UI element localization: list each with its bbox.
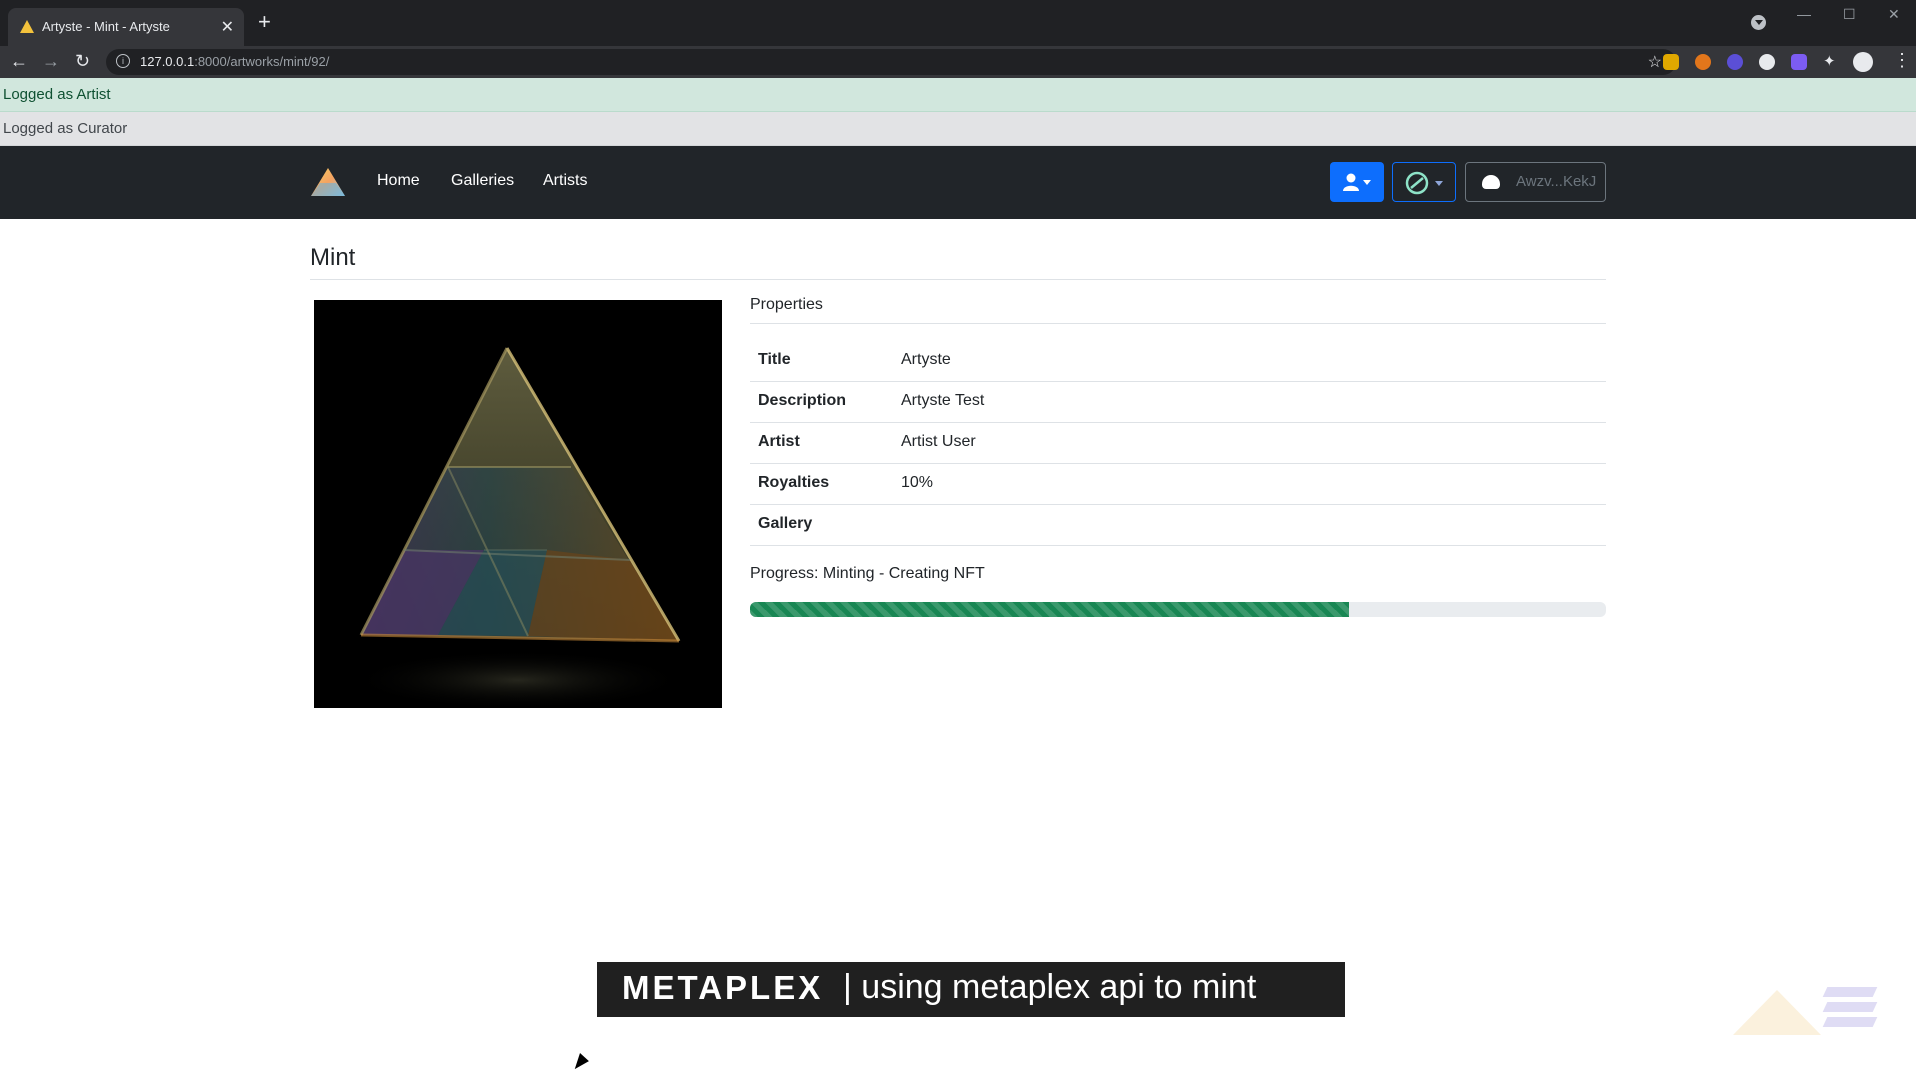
properties-divider (750, 323, 1606, 324)
new-tab-button[interactable]: + (258, 11, 271, 33)
alert-artist-text: Logged as Artist (3, 86, 111, 103)
browser-tab-bar: Artyste - Mint - Artyste ✕ + — ☐ ✕ (0, 0, 1916, 46)
alert-curator-text: Logged as Curator (3, 120, 128, 137)
site-navbar: Home Galleries Artists Awzv...KekJ (0, 146, 1916, 219)
artyste-watermark-icon (1733, 990, 1821, 1035)
nav-galleries-link[interactable]: Galleries (451, 172, 514, 190)
mouse-cursor-icon (574, 1053, 591, 1073)
tab-title: Artyste - Mint - Artyste (42, 19, 170, 34)
nav-home-link[interactable]: Home (377, 172, 420, 190)
artwork-image (314, 300, 722, 708)
property-value: Artyste Test (901, 392, 985, 409)
properties-heading: Properties (750, 296, 823, 313)
property-row-gallery: Gallery (750, 504, 1606, 546)
property-row-description: Description Artyste Test (750, 381, 1606, 423)
window-maximize-button[interactable]: ☐ (1843, 6, 1856, 23)
chevron-down-icon (1435, 181, 1443, 186)
property-row-royalties: Royalties 10% (750, 463, 1606, 505)
wallet-address-button[interactable]: Awzv...KekJ (1465, 162, 1606, 202)
artyste-favicon-icon (20, 20, 34, 33)
extension-binance-icon[interactable] (1663, 54, 1679, 70)
property-key: Royalties (758, 474, 830, 491)
tab-search-icon[interactable] (1751, 15, 1766, 30)
window-close-button[interactable]: ✕ (1888, 6, 1900, 23)
property-value: Artist User (901, 433, 976, 450)
alert-logged-artist: Logged as Artist (0, 78, 1916, 112)
back-icon[interactable]: ← (10, 49, 28, 73)
property-row-title: Title Artyste (750, 340, 1606, 382)
property-value: 10% (901, 474, 934, 491)
minting-progress (750, 602, 1606, 617)
reload-icon[interactable]: ↻ (75, 49, 90, 73)
browser-menu-icon[interactable]: ⋮ (1893, 50, 1911, 71)
wallet-network-button[interactable] (1392, 162, 1456, 202)
user-icon (1343, 173, 1359, 191)
caption-brand: METAPLEX (622, 969, 824, 1006)
phantom-ghost-icon (1482, 175, 1500, 189)
extension-bolt-icon[interactable] (1791, 54, 1807, 70)
property-key: Artist (758, 433, 800, 450)
solana-watermark-icon (1822, 987, 1878, 1031)
property-key: Description (758, 392, 847, 409)
profile-avatar-icon[interactable] (1853, 52, 1873, 72)
title-divider (310, 279, 1606, 280)
artyste-logo-icon[interactable] (310, 167, 346, 197)
address-bar[interactable]: i 127.0.0.1:8000/artworks/mint/92/ ☆ (106, 49, 1676, 75)
browser-toolbar: ← → ↻ i 127.0.0.1:8000/artworks/mint/92/… (0, 46, 1916, 78)
wallet-address-text: Awzv...KekJ (1516, 173, 1597, 190)
url-text: 127.0.0.1:8000/artworks/mint/92/ (140, 54, 330, 69)
extensions-puzzle-icon[interactable]: ✦ (1823, 54, 1839, 70)
property-key: Gallery (758, 515, 813, 532)
property-key: Title (758, 351, 791, 368)
page-title: Mint (310, 244, 356, 271)
video-caption: METAPLEX | using metaplex api to mint (597, 962, 1345, 1017)
site-info-icon[interactable]: i (116, 54, 130, 68)
window-minimize-button[interactable]: — (1797, 6, 1811, 22)
nav-artists-link[interactable]: Artists (543, 172, 587, 190)
caption-text: | using metaplex api to mint (843, 968, 1257, 1006)
alert-logged-curator: Logged as Curator (0, 112, 1916, 146)
tab-close-icon[interactable]: ✕ (221, 17, 234, 37)
wallet-connect-icon (1405, 171, 1429, 195)
forward-icon[interactable]: → (42, 49, 60, 73)
property-row-artist: Artist Artist User (750, 422, 1606, 464)
chevron-down-icon (1363, 180, 1371, 185)
progress-bar-fill (750, 602, 1350, 617)
user-menu-button[interactable] (1330, 162, 1384, 202)
extension-phantom-icon[interactable] (1727, 54, 1743, 70)
property-value: Artyste (901, 351, 951, 368)
progress-label: Progress: Minting - Creating NFT (750, 565, 985, 582)
extension-metamask-icon[interactable] (1695, 54, 1711, 70)
extension-b-icon[interactable] (1759, 54, 1775, 70)
browser-tab[interactable]: Artyste - Mint - Artyste ✕ (8, 8, 244, 46)
bookmark-star-icon[interactable]: ☆ (1648, 52, 1662, 72)
